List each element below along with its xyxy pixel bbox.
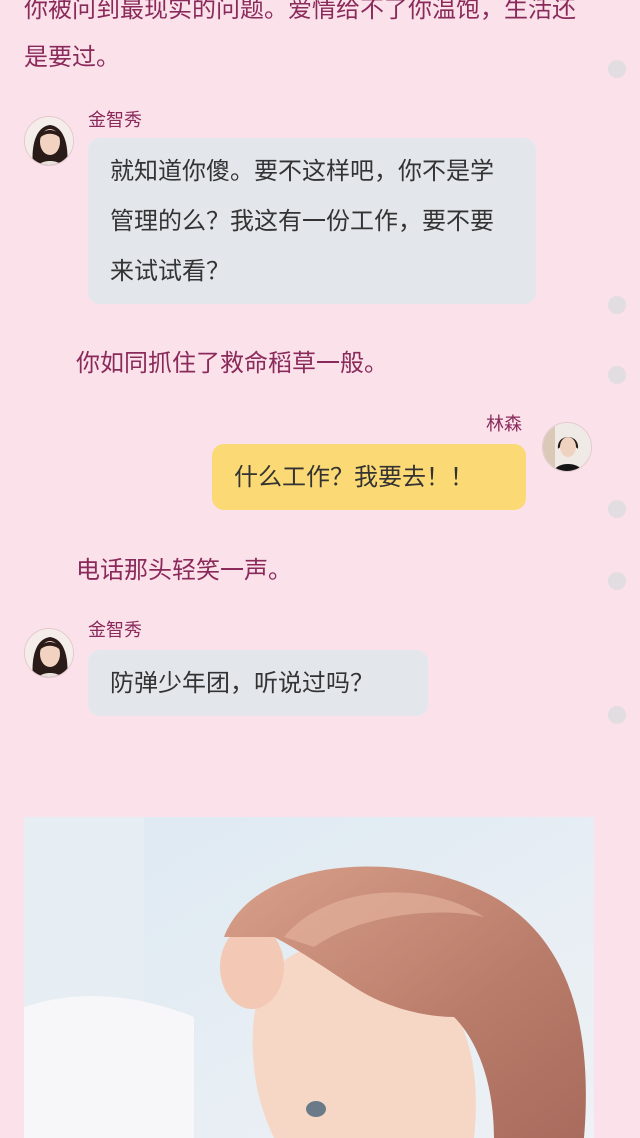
dot-icon	[608, 500, 626, 518]
message-bubble[interactable]: 防弹少年团，听说过吗？	[88, 650, 428, 716]
message-bubble[interactable]: 什么工作？我要去！！	[212, 444, 526, 510]
avatar-woman-long-hair-icon	[25, 117, 73, 165]
sender-name: 林森	[486, 414, 522, 435]
avatar[interactable]	[24, 628, 74, 678]
avatar[interactable]	[542, 422, 592, 472]
avatar-woman-dark-top-icon	[543, 423, 591, 471]
narration-text: 你被问到最现实的问题。爱情给不了你温饱，生活还是要过。	[24, 0, 576, 71]
sender-name: 金智秀	[88, 620, 142, 641]
dot-icon	[608, 366, 626, 384]
sender-name: 金智秀	[88, 110, 142, 131]
dot-icon	[608, 296, 626, 314]
message-bubble[interactable]: 就知道你傻。要不这样吧，你不是学管理的么？我这有一份工作，要不要来试试看？	[88, 138, 536, 304]
avatar[interactable]	[24, 116, 74, 166]
narration-text: 电话那头轻笑一声。	[76, 556, 292, 584]
dot-icon	[608, 572, 626, 590]
narration-text: 你如同抓住了救命稻草一般。	[76, 349, 388, 377]
story-photo	[24, 817, 594, 1138]
dot-icon	[608, 60, 626, 78]
avatar-woman-long-hair-icon	[25, 629, 73, 677]
dot-icon	[608, 706, 626, 724]
